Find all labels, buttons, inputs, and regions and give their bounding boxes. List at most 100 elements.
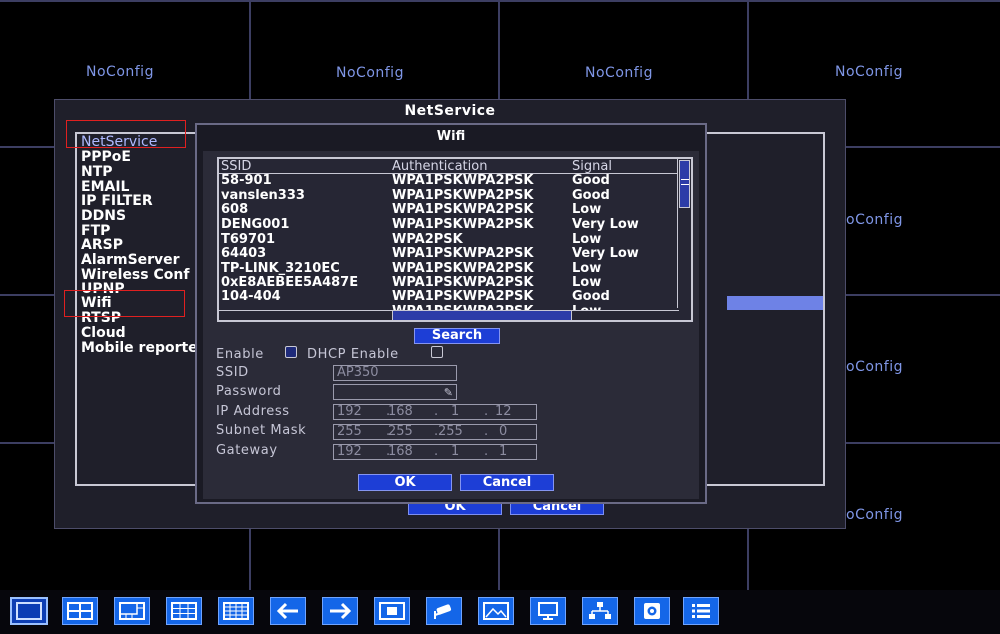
menu-item-ntp[interactable]: NTP — [81, 165, 113, 180]
gateway-octet[interactable]: 168 — [388, 445, 413, 459]
table-row[interactable]: 0xE8AEBEE5A487E WPA1PSKWPA2PSK Low — [219, 275, 679, 290]
table-row[interactable]: 58-901 WPA1PSKWPA2PSK Good — [219, 173, 679, 188]
search-button[interactable]: Search — [414, 328, 500, 344]
gateway-input[interactable]: 192. 168. 1. 1 — [333, 444, 537, 460]
cell-ssid: 64403 — [221, 246, 267, 261]
menu-list-button[interactable] — [683, 597, 719, 625]
password-input[interactable]: ✎ — [333, 384, 457, 400]
quad-view-icon — [67, 602, 93, 620]
cell-ssid: TP-LINK_3210EC — [221, 261, 340, 276]
ssid-input[interactable]: AP350 — [333, 365, 457, 381]
sixteen-view-icon — [223, 602, 249, 620]
vertical-scrollbar[interactable] — [677, 159, 691, 308]
monitor-button[interactable] — [530, 597, 566, 625]
menu-item-ip-filter[interactable]: IP FILTER — [81, 194, 153, 209]
channel-label: NoConfig — [336, 65, 404, 81]
network-button[interactable] — [582, 597, 618, 625]
cell-signal: Very Low — [572, 217, 639, 232]
cell-ssid: vanslen333 — [221, 188, 305, 203]
column-header-authentication[interactable]: Authentication — [392, 159, 487, 174]
fullscreen-button[interactable] — [374, 597, 410, 625]
mask-octet[interactable]: 255 — [438, 425, 463, 439]
grid-line — [0, 0, 1000, 2]
table-row[interactable]: vanslen333 WPA1PSKWPA2PSK Good — [219, 188, 679, 203]
nine-view-button[interactable] — [166, 597, 202, 625]
cell-signal: Good — [572, 173, 610, 188]
single-view-button[interactable] — [10, 597, 48, 625]
wifi-cancel-button[interactable]: Cancel — [460, 474, 554, 491]
horizontal-scrollbar[interactable] — [219, 310, 679, 320]
table-row[interactable]: 64403 WPA1PSKWPA2PSK Very Low — [219, 246, 679, 261]
image-settings-button[interactable] — [478, 597, 514, 625]
column-header-signal[interactable]: Signal — [572, 159, 612, 174]
annotation-box-wifi — [64, 290, 185, 317]
next-button[interactable] — [322, 597, 358, 625]
table-row[interactable]: DENG001 WPA1PSKWPA2PSK Very Low — [219, 217, 679, 232]
ip-octet[interactable]: 1 — [451, 405, 459, 419]
previous-button[interactable] — [270, 597, 306, 625]
enable-label: Enable — [216, 347, 264, 362]
enable-checkbox[interactable] — [285, 346, 297, 358]
menu-item-cloud[interactable]: Cloud — [81, 326, 126, 341]
subnet-mask-input[interactable]: 255. 255. 255. 0 — [333, 424, 537, 440]
gateway-octet[interactable]: 1 — [499, 445, 507, 459]
subnet-mask-label: Subnet Mask — [216, 423, 307, 438]
cell-ssid: 58-901 — [221, 173, 272, 188]
channel-label: NoConfig — [585, 65, 653, 81]
ssid-label: SSID — [216, 365, 249, 380]
ip-octet[interactable]: 168 — [388, 405, 413, 419]
column-header-ssid[interactable]: SSID — [221, 159, 251, 174]
wifi-dialog-body: SSID Authentication Signal 58-901 WPA1PSK… — [203, 151, 699, 499]
network-icon — [587, 602, 613, 620]
sixteen-view-button[interactable] — [218, 597, 254, 625]
table-row[interactable]: 608 WPA1PSKWPA2PSK Low — [219, 202, 679, 217]
table-row[interactable]: 104-404 WPA1PSKWPA2PSK Good — [219, 289, 679, 304]
cell-auth: WPA1PSKWPA2PSK — [392, 202, 534, 217]
keyboard-icon[interactable]: ✎ — [444, 386, 453, 400]
cell-auth: WPA1PSKWPA2PSK — [392, 261, 534, 276]
scroll-thumb[interactable] — [679, 160, 690, 208]
gateway-octet[interactable]: 1 — [451, 445, 459, 459]
selected-row-highlight — [727, 296, 823, 310]
cell-auth: WPA1PSKWPA2PSK — [392, 275, 534, 290]
record-icon — [639, 602, 665, 620]
cell-signal: Low — [572, 202, 602, 217]
menu-item-arsp[interactable]: ARSP — [81, 238, 123, 253]
eight-view-button[interactable] — [114, 597, 150, 625]
ptz-button[interactable] — [426, 597, 462, 625]
menu-item-ddns[interactable]: DDNS — [81, 209, 126, 224]
prev-arrow-icon — [275, 602, 301, 620]
menu-item-pppoe[interactable]: PPPoE — [81, 150, 131, 165]
cell-signal: Good — [572, 188, 610, 203]
record-button[interactable] — [634, 597, 670, 625]
dhcp-enable-checkbox[interactable] — [431, 346, 443, 358]
cell-signal: Very Low — [572, 246, 639, 261]
mask-octet[interactable]: 0 — [499, 425, 507, 439]
wifi-dialog-title: Wifi — [436, 129, 466, 144]
cell-ssid: 608 — [221, 202, 249, 217]
gateway-octet[interactable]: 192 — [337, 445, 362, 459]
ssid-table: SSID Authentication Signal 58-901 WPA1PSK… — [217, 157, 693, 322]
fullscreen-icon — [379, 602, 405, 620]
mask-octet[interactable]: 255 — [337, 425, 362, 439]
cell-ssid: T69701 — [221, 232, 276, 247]
single-view-icon — [16, 602, 42, 620]
cell-ssid: 104-404 — [221, 289, 281, 304]
ip-octet[interactable]: 12 — [495, 405, 512, 419]
monitor-icon — [535, 602, 561, 620]
table-row[interactable]: T69701 WPA2PSK Low — [219, 232, 679, 247]
mask-octet[interactable]: 255 — [388, 425, 413, 439]
quad-view-button[interactable] — [62, 597, 98, 625]
netservice-title: NetService — [404, 103, 496, 119]
ip-octet[interactable]: 192 — [337, 405, 362, 419]
scroll-thumb[interactable] — [392, 311, 572, 320]
menu-item-alarmserver[interactable]: AlarmServer — [81, 253, 180, 268]
menu-item-mobile-reporter[interactable]: Mobile reporte — [81, 341, 198, 356]
cell-ssid: DENG001 — [221, 217, 290, 232]
list-icon — [688, 602, 714, 620]
table-row[interactable]: TP-LINK_3210EC WPA1PSKWPA2PSK Low — [219, 261, 679, 276]
wifi-ok-button[interactable]: OK — [358, 474, 452, 491]
channel-label: oConfig — [846, 507, 903, 523]
cell-ssid: 0xE8AEBEE5A487E — [221, 275, 359, 290]
ip-address-input[interactable]: 192. 168. 1. 12 — [333, 404, 537, 420]
